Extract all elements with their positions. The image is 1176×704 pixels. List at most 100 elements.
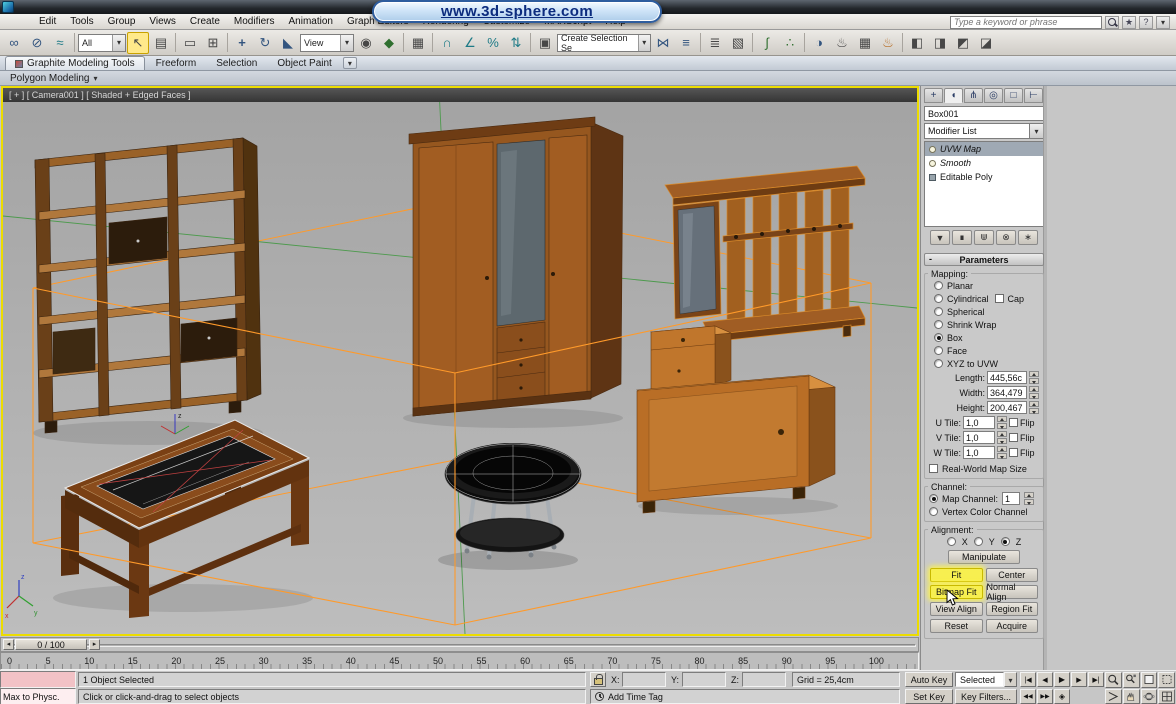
percent-snap-icon[interactable]: % <box>482 32 504 54</box>
schematic-view-icon[interactable]: ∴ <box>779 32 801 54</box>
menu-views[interactable]: Views <box>142 16 183 27</box>
angle-snap-icon[interactable]: ∠ <box>459 32 481 54</box>
time-slider[interactable]: 0 / 100 <box>15 639 87 650</box>
communication-center-icon[interactable] <box>1156 15 1170 29</box>
named-selection-sets-icon[interactable]: ▣ <box>534 32 556 54</box>
next-frame-button[interactable]: ▶ <box>1071 672 1087 687</box>
align-x-radio[interactable] <box>946 537 956 546</box>
maxscript-mini-listener[interactable]: Max to Physc. <box>0 688 76 704</box>
bind-to-spacewarp-icon[interactable]: ≈ <box>49 32 71 54</box>
select-and-link-icon[interactable]: ∞ <box>3 32 25 54</box>
zoom-button[interactable] <box>1105 672 1122 688</box>
tab-freeform[interactable]: Freeform <box>147 57 206 70</box>
pan-button[interactable] <box>1122 688 1140 704</box>
zoom-region-button[interactable] <box>1158 672 1175 688</box>
v-tile-field[interactable]: 1,0 <box>963 431 995 444</box>
unlink-selection-icon[interactable]: ⊘ <box>26 32 48 54</box>
menu-modifiers[interactable]: Modifiers <box>227 16 282 27</box>
save-container-icon[interactable]: ◪ <box>975 32 997 54</box>
height-field[interactable]: 200,467 <box>987 401 1027 414</box>
mirror-icon[interactable]: ⋈ <box>652 32 674 54</box>
next-key-button[interactable]: ▶▶ <box>1037 689 1053 704</box>
orbit-button[interactable] <box>1140 688 1158 704</box>
graphite-ribbon-toggle-icon[interactable]: ▧ <box>727 32 749 54</box>
create-tab-icon[interactable]: + <box>924 88 943 103</box>
w-flip-checkbox[interactable] <box>1009 448 1018 457</box>
configure-modifier-sets-icon[interactable]: ∗ <box>1018 230 1038 245</box>
tab-selection[interactable]: Selection <box>207 57 266 70</box>
keyboard-shortcut-override-icon[interactable]: ▦ <box>407 32 429 54</box>
maximize-viewport-toggle-button[interactable] <box>1158 688 1175 704</box>
modifier-visibility-bulb-icon[interactable] <box>929 145 936 153</box>
render-production-icon[interactable]: ♨ <box>877 32 899 54</box>
select-by-name-icon[interactable]: ▤ <box>150 32 172 54</box>
real-world-map-size-checkbox[interactable] <box>929 464 938 473</box>
spinner-snap-icon[interactable]: ⇅ <box>505 32 527 54</box>
3ds-max-logo-icon[interactable] <box>2 1 14 13</box>
hierarchy-tab-icon[interactable]: ⋔ <box>964 88 983 103</box>
render-setup-icon[interactable]: ♨ <box>831 32 853 54</box>
new-container-icon[interactable]: ◧ <box>906 32 928 54</box>
region-fit-button[interactable]: Region Fit <box>985 602 1038 616</box>
menu-tools[interactable]: Tools <box>63 16 100 27</box>
parameters-rollout-header[interactable]: Parameters <box>924 253 1044 266</box>
search-icon[interactable] <box>1105 15 1119 29</box>
align-icon[interactable]: ≡ <box>675 32 697 54</box>
map-channel-field[interactable]: 1 <box>1002 492 1021 505</box>
select-object-icon[interactable]: ↖ <box>127 31 149 54</box>
time-slider-next-arrow[interactable]: ▸ <box>89 639 100 650</box>
inherit-container-icon[interactable]: ◨ <box>929 32 951 54</box>
viewport-label[interactable]: [ + ] [ Camera001 ] [ Shaded + Edged Fac… <box>3 88 917 102</box>
w-tile-spinner[interactable] <box>997 446 1007 459</box>
shrink-wrap-radio[interactable] <box>934 320 943 329</box>
play-animation-button[interactable]: ▶ <box>1054 672 1070 687</box>
length-spinner[interactable] <box>1029 371 1039 384</box>
utilities-tab-icon[interactable]: ⊢ <box>1024 88 1043 103</box>
normal-align-button[interactable]: Normal Align <box>985 582 1038 602</box>
tab-graphite-modeling-tools[interactable]: Graphite Modeling Tools <box>5 56 145 70</box>
search-input[interactable] <box>950 15 1102 29</box>
y-coordinate-field[interactable] <box>682 672 726 687</box>
named-selection-dropdown[interactable]: Create Selection Se <box>557 33 651 53</box>
time-tag-field[interactable]: Add Time Tag <box>590 689 900 704</box>
zoom-all-button[interactable] <box>1122 672 1140 688</box>
time-slider-prev-arrow[interactable]: ◂ <box>3 639 14 650</box>
menu-group[interactable]: Group <box>101 16 143 27</box>
tab-object-paint[interactable]: Object Paint <box>268 57 340 70</box>
cylindrical-radio[interactable] <box>934 294 943 303</box>
face-radio[interactable] <box>934 346 943 355</box>
snaps-toggle-icon[interactable]: ∩ <box>436 32 458 54</box>
menu-edit[interactable]: Edit <box>32 16 63 27</box>
fit-button[interactable]: Fit <box>930 568 983 582</box>
rectangular-selection-region-icon[interactable]: ▭ <box>179 32 201 54</box>
box-radio[interactable] <box>934 333 943 342</box>
modifier-stack-item-editable-poly[interactable]: Editable Poly <box>925 170 1043 184</box>
modifier-visibility-bulb-icon[interactable] <box>929 159 936 167</box>
polygon-modeling-panel[interactable]: Polygon Modeling <box>10 73 90 84</box>
reset-button[interactable]: Reset <box>930 619 983 633</box>
width-spinner[interactable] <box>1029 386 1039 399</box>
use-pivot-point-center-icon[interactable]: ◉ <box>355 32 377 54</box>
modifier-stack-item-uvw-map[interactable]: UVW Map <box>925 142 1043 156</box>
acquire-button[interactable]: Acquire <box>985 619 1038 633</box>
key-mode-toggle-button[interactable]: ◈ <box>1054 689 1070 704</box>
xyz-to-uvw-radio[interactable] <box>934 359 943 368</box>
previous-key-button[interactable]: ◀◀ <box>1020 689 1036 704</box>
length-field[interactable]: 445,56c <box>987 371 1027 384</box>
u-tile-spinner[interactable] <box>997 416 1007 429</box>
show-end-result-icon[interactable]: ∎ <box>952 230 972 245</box>
map-channel-spinner[interactable] <box>1024 492 1035 505</box>
center-button[interactable]: Center <box>985 568 1038 582</box>
viewport-scene[interactable]: z x y z <box>3 88 917 634</box>
select-and-scale-icon[interactable]: ◣ <box>277 32 299 54</box>
selection-filter-dropdown[interactable]: All <box>78 33 126 52</box>
u-tile-field[interactable]: 1,0 <box>963 416 995 429</box>
planar-radio[interactable] <box>934 281 943 290</box>
key-filters-button[interactable]: Key Filters... <box>955 689 1017 704</box>
remove-modifier-icon[interactable]: ⊗ <box>996 230 1016 245</box>
menu-animation[interactable]: Animation <box>281 16 339 27</box>
go-to-end-button[interactable]: ▶| <box>1088 672 1104 687</box>
window-crossing-toggle-icon[interactable]: ⊞ <box>202 32 224 54</box>
menu-create[interactable]: Create <box>183 16 227 27</box>
reference-coordinate-dropdown[interactable]: View <box>300 33 354 52</box>
